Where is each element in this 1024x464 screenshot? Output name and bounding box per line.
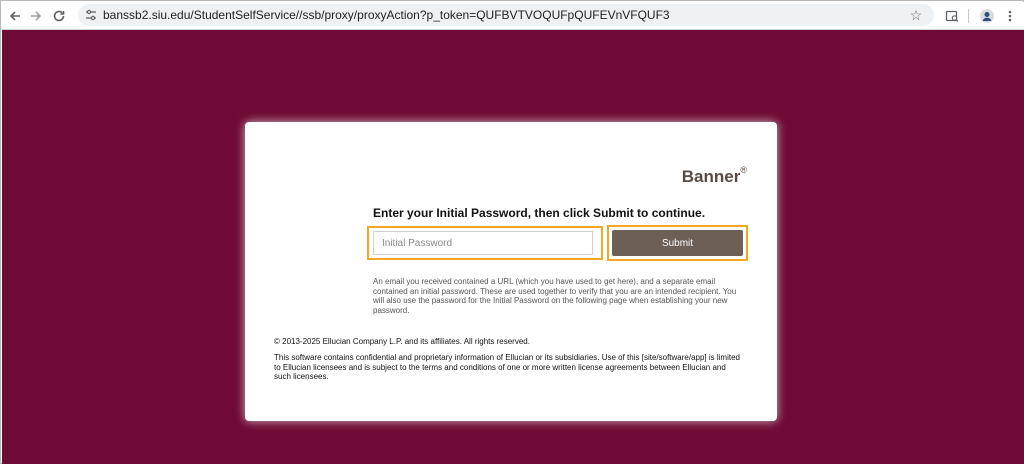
password-field-highlight	[367, 226, 603, 260]
license-notice: This software contains confidential and …	[274, 353, 740, 381]
back-arrow-icon[interactable]	[5, 6, 25, 26]
submit-button-highlight: Submit	[607, 225, 748, 261]
reload-icon[interactable]	[49, 6, 69, 26]
page-title: Enter your Initial Password, then click …	[373, 206, 706, 220]
profile-avatar-icon[interactable]	[977, 6, 997, 26]
brand-mark: ®	[740, 165, 747, 175]
browser-window: banssb2.siu.edu/StudentSelfService//ssb/…	[0, 0, 1024, 464]
address-bar[interactable]: banssb2.siu.edu/StudentSelfService//ssb/…	[78, 4, 934, 26]
url-text[interactable]: banssb2.siu.edu/StudentSelfService//ssb/…	[103, 8, 670, 22]
tune-icon[interactable]	[84, 8, 98, 22]
forward-arrow-icon[interactable]	[26, 6, 46, 26]
instructions-text: An email you received contained a URL (w…	[373, 277, 737, 315]
page-background: Banner® Enter your Initial Password, the…	[2, 30, 1024, 464]
menu-dots-icon[interactable]	[1000, 6, 1020, 26]
search-tab-icon[interactable]	[942, 6, 962, 26]
browser-toolbar: banssb2.siu.edu/StudentSelfService//ssb/…	[2, 2, 1024, 30]
brand-name: Banner	[681, 167, 741, 186]
initial-password-input[interactable]	[373, 231, 593, 255]
banner-logo: Banner®	[681, 165, 747, 187]
submit-button[interactable]: Submit	[612, 230, 743, 256]
star-icon[interactable]: ☆	[908, 7, 924, 23]
toolbar-divider	[968, 9, 969, 23]
login-card: Banner® Enter your Initial Password, the…	[245, 122, 777, 421]
copyright-text: © 2013-2025 Ellucian Company L.P. and it…	[274, 337, 530, 346]
